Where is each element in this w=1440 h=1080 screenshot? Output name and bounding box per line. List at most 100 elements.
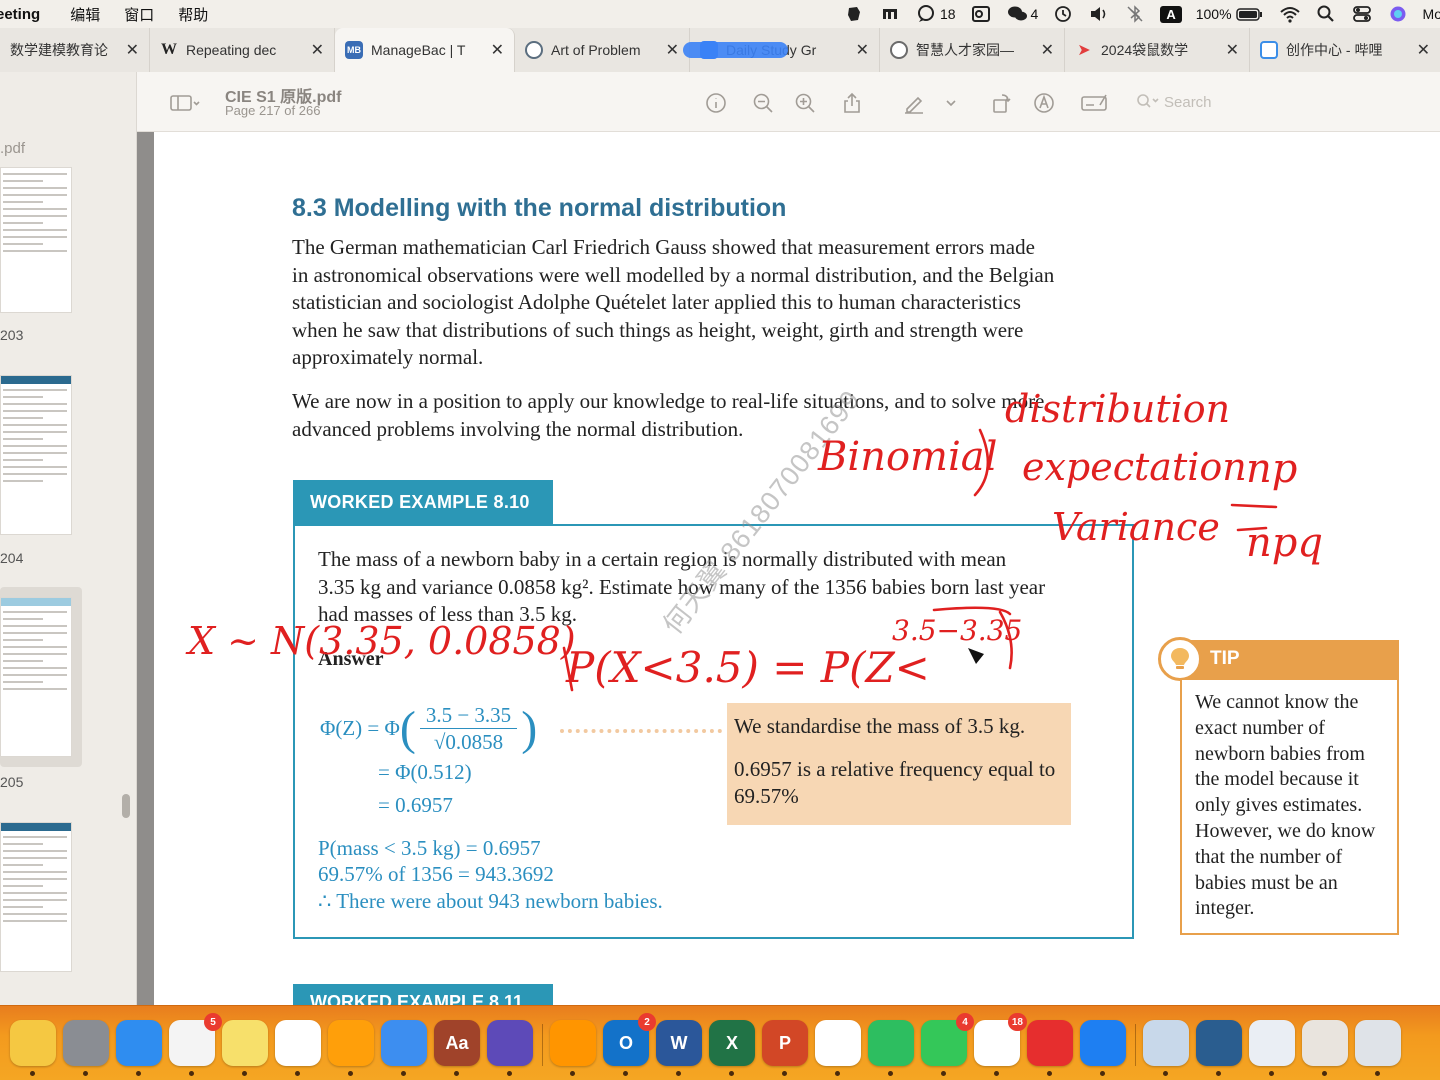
dock-powerpoint-icon[interactable]: P: [762, 1020, 808, 1076]
markup-pen-button[interactable]: [901, 90, 927, 116]
search-placeholder: Search: [1164, 93, 1212, 111]
text-line: had masses of less than 3.5 kg.: [318, 602, 577, 627]
spotlight-search-icon[interactable]: [1315, 4, 1337, 24]
close-icon[interactable]: ✕: [1226, 40, 1239, 60]
dock-launchpad-icon[interactable]: [63, 1020, 109, 1076]
tab-drag-indicator: [683, 42, 788, 58]
dock-freeform-icon[interactable]: [275, 1020, 321, 1076]
text-line: in astronomical observations were well m…: [292, 262, 1055, 287]
bluetooth-off-icon[interactable]: [1124, 4, 1146, 24]
evernote-status-icon[interactable]: [843, 4, 865, 24]
dock-pencil-icon[interactable]: [328, 1020, 374, 1076]
dock-imovie-icon[interactable]: [487, 1020, 533, 1076]
input-source-badge[interactable]: A: [1160, 5, 1182, 23]
sidebar-scrollbar[interactable]: [122, 794, 130, 818]
dock-app-store-connect-icon[interactable]: [1080, 1020, 1126, 1076]
menu-edit[interactable]: 编辑: [70, 4, 100, 25]
page-thumbnail[interactable]: [0, 167, 72, 313]
wifi-icon[interactable]: [1279, 4, 1301, 24]
dock-outlook-icon[interactable]: O2: [603, 1013, 656, 1076]
chat-bubble-icon[interactable]: 18: [915, 4, 956, 24]
info-button[interactable]: [703, 90, 729, 116]
globe-icon: [890, 41, 908, 59]
dock-notes-icon[interactable]: [10, 1020, 56, 1076]
dock-word-icon[interactable]: W: [656, 1020, 702, 1076]
outlook-status-icon[interactable]: [970, 4, 992, 24]
dock-screen-share-icon[interactable]: [1249, 1020, 1295, 1076]
left-paren: (: [399, 701, 416, 755]
form-fill-button[interactable]: [1079, 90, 1111, 116]
dock-trash-icon[interactable]: [1355, 1020, 1401, 1076]
explanation-box: We standardise the mass of 3.5 kg. 0.695…: [727, 703, 1071, 825]
menu-window[interactable]: 窗口: [124, 4, 154, 25]
close-icon[interactable]: ✕: [1041, 40, 1054, 60]
tab-repeating-decimal[interactable]: W Repeating dec ✕: [150, 28, 335, 72]
tab-label: 2024袋鼠数学: [1101, 42, 1189, 58]
running-indicator: [729, 1071, 734, 1076]
tab-label: ManageBac | T: [371, 42, 466, 58]
close-icon[interactable]: ✕: [1417, 40, 1430, 60]
running-indicator: [1375, 1071, 1380, 1076]
tab-bilibili-creator[interactable]: 创作中心 - 哔哩 ✕: [1250, 28, 1440, 72]
result-percentage: 69.57% of 1356 = 943.3692: [318, 862, 554, 886]
menu-app-icon[interactable]: [879, 4, 901, 24]
dock-stickies-icon[interactable]: [222, 1020, 268, 1076]
dock-books-icon[interactable]: [550, 1020, 596, 1076]
sidebar-toggle-button[interactable]: [162, 90, 206, 116]
running-indicator: [570, 1071, 575, 1076]
chevron-down-icon[interactable]: [944, 90, 958, 116]
control-center-icon[interactable]: [1351, 4, 1373, 24]
tab-managebac[interactable]: MB ManageBac | T ✕: [335, 28, 515, 72]
dock-badge: 4: [956, 1013, 974, 1031]
volume-icon[interactable]: [1088, 4, 1110, 24]
page-thumbnail[interactable]: [0, 822, 72, 972]
zoom-out-button[interactable]: [750, 90, 776, 116]
page-thumbnail[interactable]: [0, 375, 72, 535]
dock-preview-icon[interactable]: [1143, 1020, 1189, 1076]
tab-math-modeling[interactable]: 数学建模教育论 ✕: [0, 28, 150, 72]
dock-documents-icon[interactable]: [1302, 1020, 1348, 1076]
preview-toolbar: CIE S1 原版.pdf Page 217 of 266 Search: [137, 72, 1440, 132]
dock-safari-icon[interactable]: [116, 1020, 162, 1076]
dotted-connector: [560, 729, 722, 733]
app-menu[interactable]: eeting: [0, 6, 40, 23]
dock-icon-glyph: X: [725, 1032, 738, 1053]
explanation-text: 0.6957 is a relative frequency equal to …: [734, 757, 1056, 808]
dock-keynote-icon[interactable]: [381, 1020, 427, 1076]
search-field[interactable]: Search: [1130, 89, 1430, 115]
menu-help[interactable]: 帮助: [178, 4, 208, 25]
tab-kangaroo-math[interactable]: ➤ 2024袋鼠数学 ✕: [1065, 28, 1250, 72]
share-button[interactable]: [839, 90, 865, 116]
dock-wechat-icon[interactable]: 4: [921, 1013, 974, 1076]
dock-quicktime-icon[interactable]: [1196, 1020, 1242, 1076]
page-thumbnail-current[interactable]: [0, 597, 72, 757]
close-icon[interactable]: ✕: [666, 40, 679, 60]
tab-art-of-problem-solving[interactable]: Art of Problem ✕: [515, 28, 690, 72]
tab-label: 创作中心 - 哔哩: [1286, 42, 1383, 58]
fraction: 3.5 − 3.35 √0.0858: [419, 702, 518, 755]
battery-indicator[interactable]: 100%: [1196, 4, 1265, 24]
siri-icon[interactable]: [1387, 4, 1409, 24]
dock-evernote-icon[interactable]: [868, 1020, 914, 1076]
rotate-button[interactable]: [988, 90, 1014, 116]
dock-messages-icon[interactable]: 18: [974, 1013, 1027, 1076]
close-icon[interactable]: ✕: [491, 40, 504, 60]
dock-dictionary-icon[interactable]: Aa: [434, 1020, 480, 1076]
close-icon[interactable]: ✕: [856, 40, 869, 60]
annotate-button[interactable]: [1031, 90, 1057, 116]
tab-talent-home[interactable]: 智慧人才家园— ✕: [880, 28, 1065, 72]
sidebar-header: .pdf: [0, 140, 26, 157]
result-conclusion: ∴ There were about 943 newborn babies.: [318, 889, 663, 913]
dock-reminders-icon[interactable]: 5: [169, 1013, 222, 1076]
wechat-status-icon[interactable]: 4: [1006, 4, 1039, 24]
dock-huawei-icon[interactable]: [1027, 1020, 1073, 1076]
zoom-in-button[interactable]: [792, 90, 818, 116]
dock-chrome-icon[interactable]: [815, 1020, 861, 1076]
wechat-count: 4: [1030, 6, 1039, 22]
dock-excel-icon[interactable]: X: [709, 1020, 755, 1076]
time-machine-icon[interactable]: [1052, 4, 1074, 24]
screen: eeting 编辑 窗口 帮助 18 4 A 100% Mo 数学建模教育论 ✕: [0, 0, 1440, 1080]
close-icon[interactable]: ✕: [311, 40, 324, 60]
equation-line-2: = Φ(0.512): [378, 760, 472, 784]
close-icon[interactable]: ✕: [126, 40, 139, 60]
